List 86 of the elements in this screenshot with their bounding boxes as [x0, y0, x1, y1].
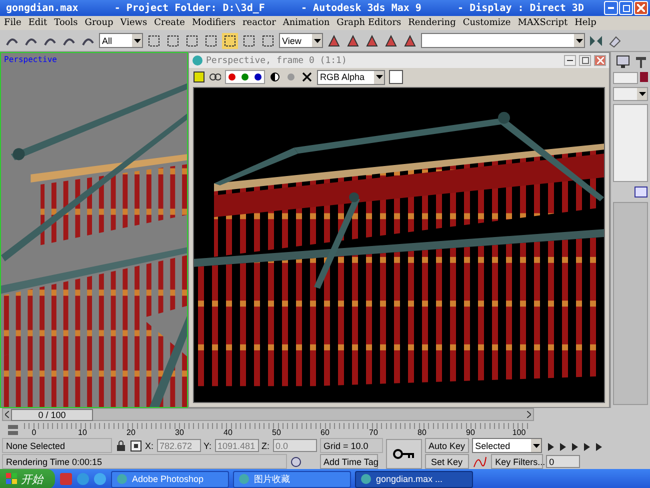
frame-number: 40 [222, 428, 234, 436]
minimize-button[interactable] [564, 55, 576, 66]
taskbar-button[interactable]: Adobe Photoshop [111, 470, 229, 488]
maximize-button[interactable] [579, 55, 591, 66]
key-mode-dropdown[interactable]: Selected [472, 438, 542, 453]
taskbar-button[interactable]: 图片收藏 [233, 470, 351, 488]
clone-icon[interactable] [209, 71, 221, 83]
menu-item[interactable]: Create [154, 18, 185, 28]
frame-number: 50 [271, 428, 282, 436]
set-key-button[interactable]: Set Key [424, 454, 470, 469]
channel-dropdown[interactable]: RGB Alpha [317, 70, 385, 84]
menu-item[interactable]: Animation [282, 18, 330, 28]
render-window-title: Perspective, frame 0 (1:1) [206, 56, 348, 66]
reference-coordinate-dropdown[interactable]: View [279, 33, 323, 48]
playback-icon[interactable] [570, 442, 580, 452]
frame-number: 70 [368, 428, 379, 436]
hammer-icon[interactable] [634, 55, 648, 69]
window-title: gongdian.max - Project Folder: D:\3d_F - Autodesk 3ds Max 9 - Display : Direct 3D [6, 2, 585, 14]
track-bar-icon[interactable] [6, 422, 20, 436]
menu-item[interactable]: MAXScript [518, 18, 568, 28]
playback-icon[interactable] [558, 442, 568, 452]
selection-filter-dropdown[interactable]: All [99, 33, 143, 48]
grid-status: Grid = 10.0 [320, 438, 383, 453]
minimize-icon [567, 60, 573, 61]
frame-number: 0 [30, 428, 38, 436]
frame-number: 10 [77, 428, 88, 436]
playback-icon[interactable] [594, 442, 604, 452]
caret-icon [376, 75, 382, 79]
menu-item[interactable]: Help [574, 18, 596, 28]
x-label: X: [145, 440, 154, 450]
key-filters-button[interactable]: Key Filters... [491, 454, 544, 469]
clear-icon[interactable] [301, 71, 313, 83]
frame-number: 60 [320, 428, 330, 436]
save-icon[interactable] [193, 71, 205, 83]
frame-number: 30 [174, 428, 185, 436]
y-label: Y: [204, 440, 212, 450]
rect-select-icon[interactable] [184, 32, 200, 48]
menu-item[interactable]: Graph Editors [336, 18, 402, 28]
color-swatch[interactable] [389, 70, 403, 84]
close-button[interactable] [594, 55, 606, 66]
restore-icon [622, 4, 630, 12]
menu-item[interactable]: Rendering [408, 18, 456, 28]
frame-number: 20 [126, 428, 136, 436]
time-slider-thumb[interactable]: 0 / 100 [11, 408, 93, 420]
close-icon [596, 57, 604, 64]
lock-icon[interactable] [115, 440, 127, 452]
contrast-icon[interactable] [269, 71, 281, 83]
curve-icon[interactable] [472, 454, 488, 468]
caret-icon [576, 38, 582, 42]
caret-icon [314, 38, 320, 42]
menu-item[interactable]: Edit [28, 18, 48, 28]
selection-status: None Selected [2, 438, 112, 453]
monitor-icon[interactable] [616, 55, 630, 69]
key-icon [392, 448, 415, 458]
caret-icon [532, 444, 540, 448]
close-icon [637, 4, 645, 12]
frame-number: 100 [511, 428, 527, 436]
track-bar[interactable]: 0 10 20 30 40 50 60 70 80 90 100 [24, 422, 529, 436]
windows-logo-icon [6, 473, 18, 485]
menu-item[interactable]: File [4, 18, 22, 28]
name-field[interactable] [613, 72, 638, 84]
add-time-tag-button[interactable]: Add Time Tag [320, 454, 378, 469]
menu-item[interactable]: reactor [242, 18, 276, 28]
maximize-icon [582, 57, 588, 64]
menu-item[interactable]: Group [84, 18, 114, 28]
key-mode-button[interactable] [386, 438, 422, 468]
time-slider[interactable]: 0 / 100 [2, 408, 534, 421]
current-frame-field[interactable]: 0 [546, 455, 580, 468]
caret-icon [638, 92, 646, 96]
menu-item[interactable]: Views [120, 18, 148, 28]
object-color-swatch[interactable] [640, 72, 648, 82]
taskbar-button[interactable]: gongdian.max ... [355, 470, 473, 488]
playback-icon[interactable] [546, 442, 556, 452]
minimize-icon [608, 7, 614, 9]
frame-number: 80 [416, 428, 428, 436]
auto-key-button[interactable]: Auto Key [424, 438, 470, 453]
menu-item[interactable]: Modifiers [192, 18, 236, 28]
frame-number: 90 [465, 428, 476, 436]
named-selection-dropdown[interactable] [421, 33, 585, 48]
modifier-list-dropdown[interactable] [613, 87, 648, 101]
start-button[interactable]: 开始 [0, 469, 55, 488]
playback-icon[interactable] [582, 442, 592, 452]
z-label: Z: [262, 440, 270, 450]
menu-item[interactable]: Tools [54, 18, 78, 28]
menu-item[interactable]: Customize [462, 18, 511, 28]
caret-icon [134, 38, 140, 42]
